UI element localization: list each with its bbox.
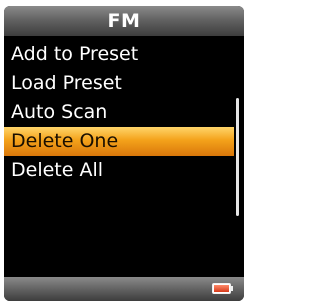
battery-tip — [231, 286, 233, 291]
menu-item-auto-scan[interactable]: Auto Scan — [4, 98, 234, 127]
scrollbar[interactable] — [235, 40, 240, 262]
title-bar: FM — [4, 6, 244, 36]
battery-level-fill — [214, 285, 229, 292]
battery-body — [212, 283, 231, 294]
menu-item-load-preset[interactable]: Load Preset — [4, 69, 234, 98]
scroll-thumb[interactable] — [236, 98, 239, 216]
status-bar — [4, 277, 244, 301]
fm-menu: Add to Preset Load Preset Auto Scan Dele… — [4, 40, 234, 185]
page-title: FM — [107, 10, 141, 32]
device-screen: FM Add to Preset Load Preset Auto Scan D… — [4, 6, 244, 301]
menu-item-delete-one[interactable]: Delete One — [4, 127, 234, 156]
menu-item-add-to-preset[interactable]: Add to Preset — [4, 40, 234, 69]
menu-item-delete-all[interactable]: Delete All — [4, 156, 234, 185]
battery-icon — [212, 283, 234, 294]
